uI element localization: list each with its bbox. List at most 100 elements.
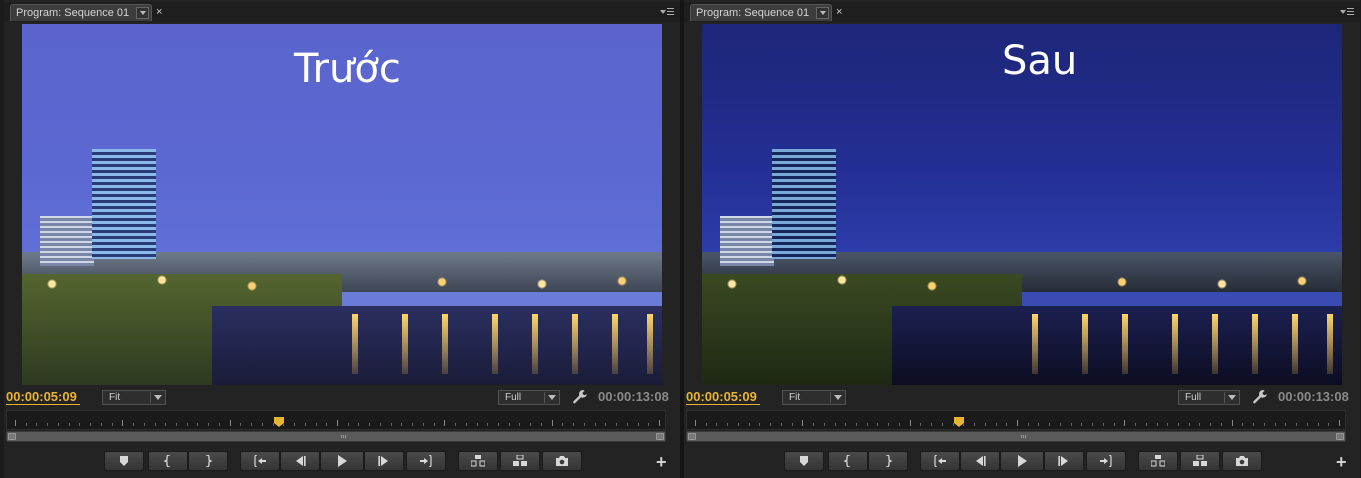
light-reflection xyxy=(1122,314,1128,374)
ruler-tick xyxy=(197,423,198,426)
panel-menu-icon[interactable] xyxy=(1340,8,1354,17)
chevron-down-icon xyxy=(548,395,556,400)
ruler-tick xyxy=(584,423,585,426)
playback-resolution-select[interactable]: Full xyxy=(498,390,560,405)
scroll-handle-right[interactable] xyxy=(1336,433,1344,440)
play-button[interactable] xyxy=(1000,451,1044,471)
ruler-tick xyxy=(792,423,793,426)
time-ruler[interactable] xyxy=(686,410,1346,430)
add-marker-button[interactable] xyxy=(104,451,144,471)
sequence-dropdown-icon[interactable] xyxy=(136,7,149,19)
wrench-icon[interactable] xyxy=(572,389,588,405)
video-viewer[interactable]: Sau xyxy=(702,24,1342,385)
zoom-level-value: Fit xyxy=(789,392,801,403)
mark-in-button[interactable] xyxy=(828,451,868,471)
ruler-tick xyxy=(781,423,782,426)
step-forward-button[interactable] xyxy=(364,451,404,471)
zoom-scrollbar[interactable] xyxy=(686,431,1346,442)
time-ruler[interactable] xyxy=(6,410,666,430)
ruler-tick xyxy=(26,423,27,426)
mark-in-icon xyxy=(163,455,171,467)
ruler-tick xyxy=(1285,423,1286,426)
go-to-in-icon xyxy=(254,455,266,467)
go-to-in-button[interactable] xyxy=(920,451,960,471)
scroll-handle-left[interactable] xyxy=(688,433,696,440)
mark-out-button[interactable] xyxy=(868,451,908,471)
export-frame-button[interactable] xyxy=(542,451,582,471)
close-icon[interactable]: × xyxy=(836,6,842,18)
zoom-level-select[interactable]: Fit xyxy=(782,390,846,405)
lift-icon xyxy=(471,455,485,467)
ruler-tick xyxy=(401,423,402,426)
ruler-tick xyxy=(963,423,964,426)
current-timecode[interactable]: 00:00:05:09 xyxy=(6,389,77,404)
wrench-icon[interactable] xyxy=(1252,389,1268,405)
zoom-scrollbar[interactable] xyxy=(6,431,666,442)
close-icon[interactable]: × xyxy=(156,6,162,18)
program-tab[interactable]: Program: Sequence 01 xyxy=(690,4,832,21)
light-reflection xyxy=(492,314,498,374)
ruler-tick xyxy=(466,423,467,426)
ruler-tick xyxy=(749,423,750,426)
ruler-tick xyxy=(1264,423,1265,426)
ruler-tick xyxy=(348,423,349,426)
chevron-down-icon xyxy=(834,395,842,400)
light-reflection xyxy=(612,314,618,374)
extract-button[interactable] xyxy=(1180,451,1220,471)
go-to-in-button[interactable] xyxy=(240,451,280,471)
city-lights xyxy=(22,272,662,302)
video-viewer[interactable]: Trước xyxy=(22,24,662,385)
ruler-tick xyxy=(1275,423,1276,426)
ruler-tick xyxy=(856,423,857,426)
ruler-tick xyxy=(638,423,639,426)
go-to-out-button[interactable] xyxy=(406,451,446,471)
ruler-tick xyxy=(759,423,760,426)
add-button-icon[interactable]: + xyxy=(1336,452,1347,473)
mark-in-button[interactable] xyxy=(148,451,188,471)
ruler-tick xyxy=(530,423,531,426)
light-reflection xyxy=(532,314,538,374)
light-reflection xyxy=(1212,314,1218,374)
select-divider xyxy=(544,392,545,403)
panel-menu-icon[interactable] xyxy=(660,8,674,17)
overlay-label: Sau xyxy=(1002,38,1078,84)
step-back-button[interactable] xyxy=(280,451,320,471)
sequence-dropdown-icon[interactable] xyxy=(816,7,829,19)
mark-out-icon xyxy=(885,455,893,467)
add-marker-button[interactable] xyxy=(784,451,824,471)
lift-button[interactable] xyxy=(458,451,498,471)
lift-button[interactable] xyxy=(1138,451,1178,471)
light-reflection xyxy=(647,314,653,374)
ruler-tick xyxy=(888,423,889,426)
scroll-handle-left[interactable] xyxy=(8,433,16,440)
go-to-out-button[interactable] xyxy=(1086,451,1126,471)
play-button[interactable] xyxy=(320,451,364,471)
light-reflection xyxy=(1032,314,1038,374)
ruler-tick xyxy=(835,423,836,426)
current-timecode[interactable]: 00:00:05:09 xyxy=(686,389,757,404)
ruler-tick xyxy=(824,423,825,426)
ruler-tick xyxy=(1318,423,1319,426)
program-tab[interactable]: Program: Sequence 01 xyxy=(10,4,152,21)
zoom-level-select[interactable]: Fit xyxy=(102,390,166,405)
add-button-icon[interactable]: + xyxy=(656,452,667,473)
scroll-handle-right[interactable] xyxy=(656,433,664,440)
mark-out-button[interactable] xyxy=(188,451,228,471)
step-forward-button[interactable] xyxy=(1044,451,1084,471)
play-icon xyxy=(1018,455,1027,467)
ruler-tick xyxy=(605,423,606,426)
export-frame-button[interactable] xyxy=(1222,451,1262,471)
ruler-tick xyxy=(867,423,868,426)
tower-building xyxy=(92,149,156,259)
extract-button[interactable] xyxy=(500,451,540,471)
ruler-tick xyxy=(58,423,59,426)
playback-resolution-select[interactable]: Full xyxy=(1178,390,1240,405)
ruler-tick xyxy=(444,420,445,426)
ruler-tick xyxy=(90,423,91,426)
ruler-tick xyxy=(1307,423,1308,426)
ruler-tick xyxy=(802,420,803,426)
ruler-tick xyxy=(283,423,284,426)
step-back-button[interactable] xyxy=(960,451,1000,471)
ruler-tick xyxy=(877,423,878,426)
ruler-tick xyxy=(541,423,542,426)
